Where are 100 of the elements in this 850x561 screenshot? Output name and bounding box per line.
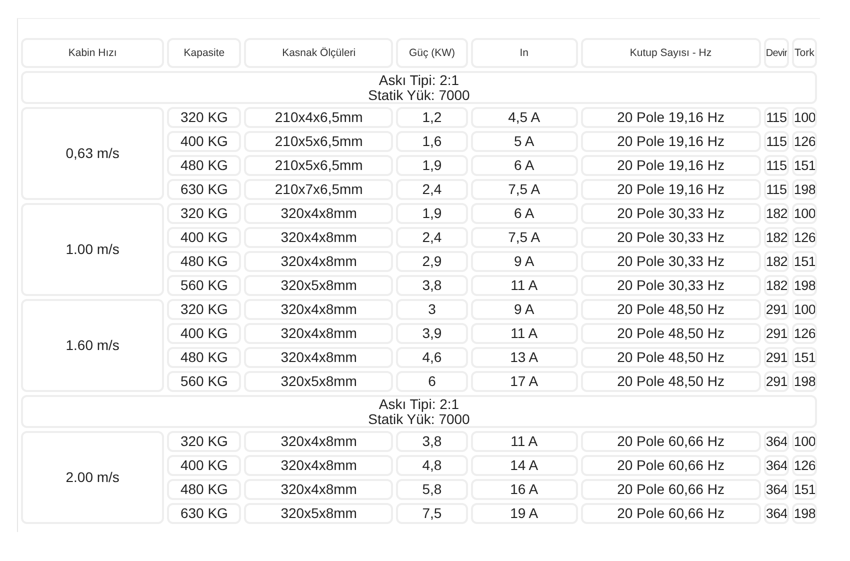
table-cell: 320x4x8mm [244, 251, 394, 272]
table-cell: 115 [764, 155, 789, 176]
table-cell: 560 KG [167, 371, 242, 392]
table-cell: 5 A [470, 131, 578, 152]
table-cell: 1,9 [396, 155, 468, 176]
column-header: Güç (KW) [396, 38, 468, 68]
column-header: Kapasite [167, 38, 242, 68]
table-cell: 20 Pole 19,16 Hz [580, 179, 761, 200]
table-cell: 20 Pole 48,50 Hz [580, 347, 761, 368]
column-header: Kutup Sayısı - Hz [580, 38, 761, 68]
table-cell: 6 A [470, 155, 578, 176]
table-cell: 20 Pole 60,66 Hz [580, 455, 761, 476]
table-cell: 100 [792, 107, 817, 128]
table-cell: 20 Pole 48,50 Hz [580, 323, 761, 344]
table-cell: 126 [792, 131, 817, 152]
table-cell: 4,5 A [470, 107, 578, 128]
table-cell: 400 KG [167, 227, 242, 248]
table-cell: 480 KG [167, 155, 242, 176]
table-cell: 11 A [470, 323, 578, 344]
table-cell: 20 Pole 30,33 Hz [580, 251, 761, 272]
table-cell: 7,5 [396, 503, 468, 524]
speed-cell: 1.60 m/s [21, 299, 164, 392]
table-cell: 151 [792, 155, 817, 176]
table-cell: 320 KG [167, 107, 242, 128]
table-cell: 364 [764, 455, 789, 476]
table-cell: 2,4 [396, 227, 468, 248]
table-cell: 210x7x6,5mm [244, 179, 394, 200]
table-cell: 9 A [470, 251, 578, 272]
table-cell: 3,8 [396, 431, 468, 452]
table-cell: 20 Pole 19,16 Hz [580, 131, 761, 152]
table-cell: 126 [792, 323, 817, 344]
table-cell: 20 Pole 60,66 Hz [580, 431, 761, 452]
table-cell: 400 KG [167, 131, 242, 152]
table-cell: 9 A [470, 299, 578, 320]
column-header: Devir [764, 38, 789, 68]
table-cell: 14 A [470, 455, 578, 476]
table-cell: 2,9 [396, 251, 468, 272]
table-cell: 320x5x8mm [244, 371, 394, 392]
table-cell: 126 [792, 227, 817, 248]
table-cell: 20 Pole 19,16 Hz [580, 107, 761, 128]
table-cell: 13 A [470, 347, 578, 368]
table-cell: 210x5x6,5mm [244, 155, 394, 176]
column-header: Kasnak Ölçüleri [244, 38, 394, 68]
table-cell: 400 KG [167, 455, 242, 476]
table-cell: 320x4x8mm [244, 479, 394, 500]
table-cell: 7,5 A [470, 179, 578, 200]
table-cell: 198 [792, 371, 817, 392]
table-cell: 115 [764, 131, 789, 152]
table-cell: 115 [764, 179, 789, 200]
table-cell: 480 KG [167, 479, 242, 500]
table-cell: 320x4x8mm [244, 347, 394, 368]
note-text: Askı Tipi: 2:1 [378, 73, 460, 88]
speed-cell: 1.00 m/s [21, 203, 164, 296]
table-cell: 7,5 A [470, 227, 578, 248]
table-cell: 182 [764, 203, 789, 224]
table-cell: 16 A [470, 479, 578, 500]
table-cell: 2,4 [396, 179, 468, 200]
table-cell: 20 Pole 30,33 Hz [580, 227, 761, 248]
table-cell: 291 [764, 347, 789, 368]
table-cell: 115 [764, 107, 789, 128]
table-cell: 320x4x8mm [244, 227, 394, 248]
table-cell: 4,8 [396, 455, 468, 476]
table-cell: 182 [764, 275, 789, 296]
table-cell: 320 KG [167, 203, 242, 224]
table-cell: 198 [792, 179, 817, 200]
table-cell: 320x5x8mm [244, 275, 394, 296]
table-cell: 480 KG [167, 347, 242, 368]
table-cell: 151 [792, 479, 817, 500]
table-cell: 320x4x8mm [244, 203, 394, 224]
table-cell: 291 [764, 299, 789, 320]
table-cell: 17 A [470, 371, 578, 392]
table-cell: 560 KG [167, 275, 242, 296]
table-cell: 20 Pole 60,66 Hz [580, 479, 761, 500]
table-cell: 1,6 [396, 131, 468, 152]
table-cell: 320x4x8mm [244, 455, 394, 476]
table-cell: 320x4x8mm [244, 323, 394, 344]
table-cell: 320 KG [167, 431, 242, 452]
table-cell: 151 [792, 251, 817, 272]
table-cell: 11 A [470, 431, 578, 452]
table-cell: 6 [396, 371, 468, 392]
table-cell: 126 [792, 455, 817, 476]
table-cell: 210x4x6,5mm [244, 107, 394, 128]
table-cell: 3,8 [396, 275, 468, 296]
table-cell: 151 [792, 347, 817, 368]
table-cell: 320 KG [167, 299, 242, 320]
column-header: Tork [792, 38, 817, 68]
table-cell: 100 [792, 431, 817, 452]
table-cell: 198 [792, 503, 817, 524]
table-cell: 3 [396, 299, 468, 320]
table-cell: 291 [764, 371, 789, 392]
table-cell: 19 A [470, 503, 578, 524]
table-cell: 198 [792, 275, 817, 296]
table-cell: 630 KG [167, 503, 242, 524]
note-text: Statik Yük: 7000 [368, 88, 470, 102]
table-cell: 400 KG [167, 323, 242, 344]
table-cell: 364 [764, 479, 789, 500]
table-cell: 364 [764, 503, 789, 524]
table-cell: 1,2 [396, 107, 468, 128]
table-cell: 182 [764, 227, 789, 248]
speed-cell: 0,63 m/s [21, 107, 164, 200]
